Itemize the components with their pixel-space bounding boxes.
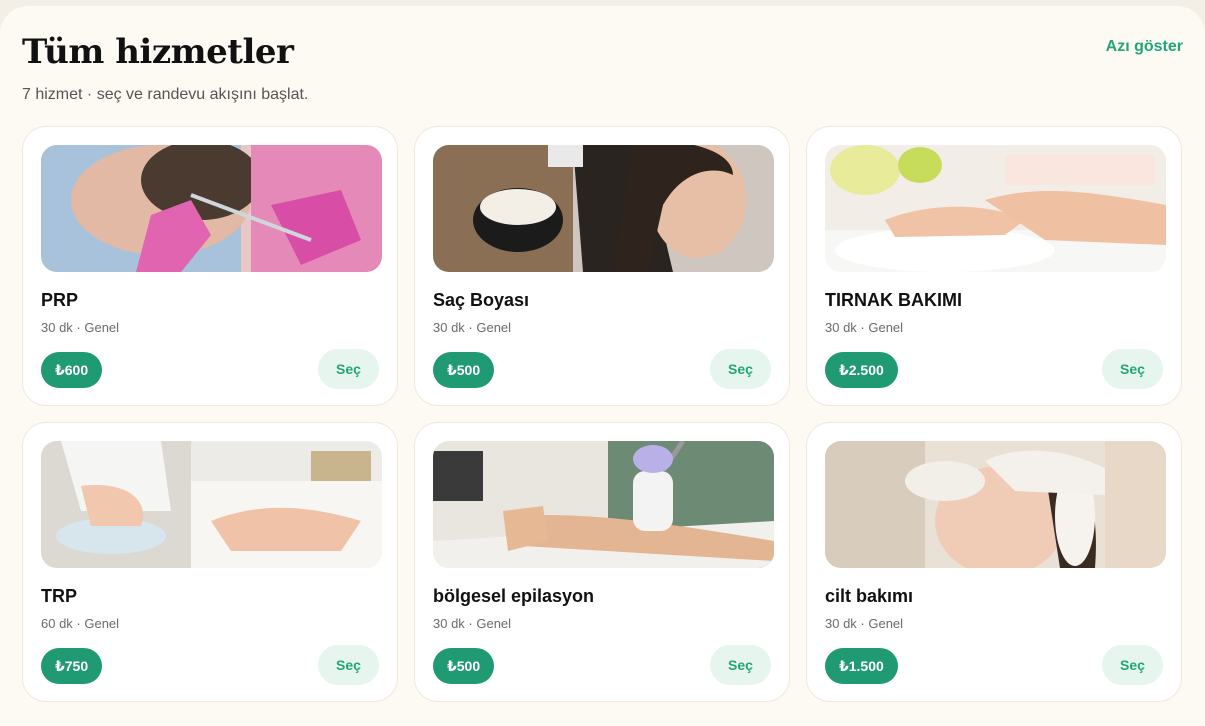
services-header: Tüm hizmetler 7 hizmet · seç ve randevu …: [22, 32, 1183, 112]
service-image-trp: [41, 441, 382, 568]
service-image-nail-care: [825, 145, 1166, 272]
select-button[interactable]: Seç: [318, 645, 379, 685]
page-title: Tüm hizmetler: [22, 32, 294, 72]
price-badge: ₺600: [41, 352, 103, 388]
select-button[interactable]: Seç: [1102, 349, 1163, 389]
service-card-hair-dye[interactable]: Saç Boyası 30 dk · Genel ₺500 Seç: [414, 126, 790, 406]
service-image-hair-dye: [433, 145, 774, 272]
page-subtitle: 7 hizmet · seç ve randevu akışını başlat…: [22, 86, 309, 103]
price-badge: ₺1.500: [825, 648, 898, 684]
service-name: Saç Boyası: [433, 290, 530, 310]
service-card-trp[interactable]: TRP 60 dk · Genel ₺750 Seç: [22, 422, 398, 702]
service-meta: 30 dk · Genel: [433, 616, 512, 631]
select-button[interactable]: Seç: [710, 349, 771, 389]
show-less-link[interactable]: Azı göster: [1106, 38, 1183, 56]
services-grid: PRP 30 dk · Genel ₺600 Seç Saç Boyası 30…: [22, 126, 1182, 702]
select-button[interactable]: Seç: [1102, 645, 1163, 685]
service-image-epilation: [433, 441, 774, 568]
price-badge: ₺2.500: [825, 352, 898, 388]
service-meta: 30 dk · Genel: [825, 616, 904, 631]
select-button[interactable]: Seç: [710, 645, 771, 685]
services-panel: Tüm hizmetler 7 hizmet · seç ve randevu …: [0, 6, 1205, 726]
price-badge: ₺750: [41, 648, 103, 684]
service-name: PRP: [41, 290, 79, 310]
price-badge: ₺500: [433, 352, 495, 388]
service-name: TIRNAK BAKIMI: [825, 290, 962, 310]
service-image-prp: [41, 145, 382, 272]
service-card-skin-care[interactable]: cilt bakımı 30 dk · Genel ₺1.500 Seç: [806, 422, 1182, 702]
service-name: TRP: [41, 586, 77, 606]
service-name: cilt bakımı: [825, 586, 914, 606]
service-card-epilation[interactable]: bölgesel epilasyon 30 dk · Genel ₺500 Se…: [414, 422, 790, 702]
service-meta: 30 dk · Genel: [825, 320, 904, 335]
service-card-nail-care[interactable]: TIRNAK BAKIMI 30 dk · Genel ₺2.500 Seç: [806, 126, 1182, 406]
service-image-skin-care: [825, 441, 1166, 568]
service-name: bölgesel epilasyon: [433, 586, 595, 606]
price-badge: ₺500: [433, 648, 495, 684]
service-card-prp[interactable]: PRP 30 dk · Genel ₺600 Seç: [22, 126, 398, 406]
service-meta: 30 dk · Genel: [41, 320, 120, 335]
service-meta: 30 dk · Genel: [433, 320, 512, 335]
service-meta: 60 dk · Genel: [41, 616, 120, 631]
select-button[interactable]: Seç: [318, 349, 379, 389]
